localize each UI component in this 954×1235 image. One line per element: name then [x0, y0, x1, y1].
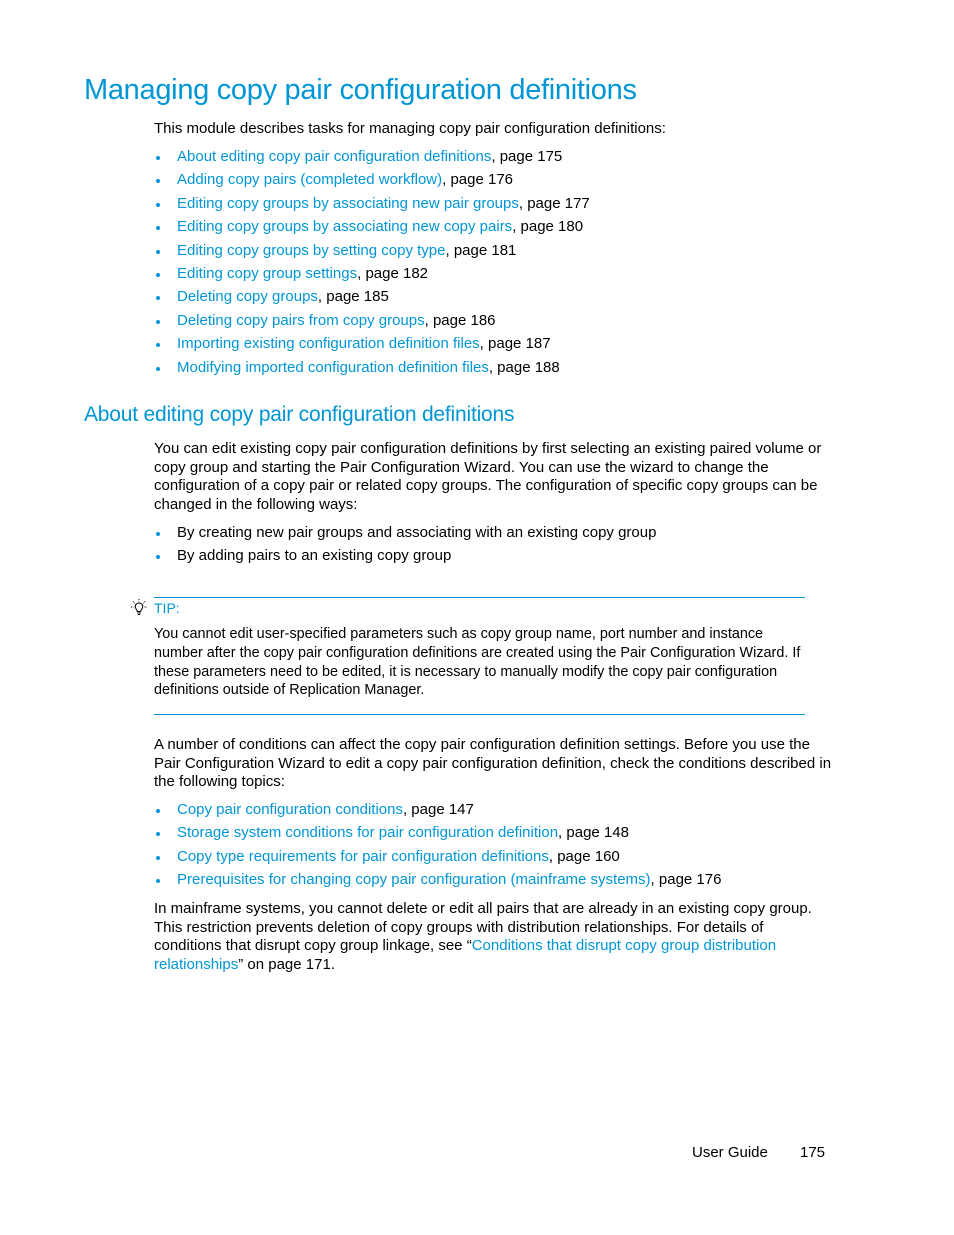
- bullet-icon: [156, 855, 160, 860]
- toc-link[interactable]: Deleting copy pairs from copy groups: [177, 312, 425, 329]
- bullet-icon: [156, 879, 160, 884]
- toc-item: Deleting copy groups, page 185: [154, 287, 834, 310]
- toc-page: , page 181: [445, 241, 517, 259]
- bullet-icon: [156, 366, 160, 371]
- section-para-3-block: In mainframe systems, you cannot delete …: [154, 900, 832, 975]
- topic-page: , page 176: [650, 871, 722, 889]
- toc-link[interactable]: Editing copy groups by associating new c…: [177, 218, 512, 235]
- bullet-icon: [156, 555, 160, 560]
- toc-link[interactable]: Editing copy groups by setting copy type: [177, 242, 446, 259]
- bullet-icon: [156, 179, 160, 184]
- toc-item: Adding copy pairs (completed workflow), …: [154, 170, 834, 193]
- section-heading: About editing copy pair configuration de…: [84, 403, 515, 426]
- toc-item: Editing copy groups by setting copy type…: [154, 241, 834, 264]
- toc-link[interactable]: Editing copy group settings: [177, 265, 357, 282]
- topic-link[interactable]: Copy type requirements for pair configur…: [177, 848, 549, 865]
- toc-item: Editing copy groups by associating new p…: [154, 194, 834, 217]
- toc-item: Importing existing configuration definit…: [154, 334, 834, 357]
- toc-page: , page 185: [317, 288, 389, 306]
- bullet-icon: [156, 296, 160, 301]
- ways-text: By creating new pair groups and associat…: [177, 524, 657, 541]
- ways-text: By adding pairs to an existing copy grou…: [177, 547, 452, 565]
- topic-item: Copy type requirements for pair configur…: [154, 847, 834, 870]
- toc-page: , page 186: [424, 311, 496, 329]
- toc-item: Deleting copy pairs from copy groups, pa…: [154, 311, 834, 334]
- intro-text: This module describes tasks for managing…: [154, 120, 666, 137]
- bullet-icon: [156, 272, 160, 277]
- topic-link[interactable]: Prerequisites for changing copy pair con…: [177, 871, 651, 888]
- tip-bottom-rule: [154, 714, 805, 715]
- section-para-1-block: You can edit existing copy pair configur…: [154, 440, 826, 515]
- toc-item: About editing copy pair configuration de…: [154, 147, 834, 170]
- bullet-icon: [156, 319, 160, 324]
- topic-link[interactable]: Storage system conditions for pair confi…: [177, 824, 558, 841]
- topic-page: , page 160: [548, 847, 620, 865]
- toc-page: , page 175: [491, 148, 563, 165]
- topics-list: Copy pair configuration conditions, page…: [154, 800, 834, 894]
- tip-body: You cannot edit user-specified parameter…: [154, 625, 809, 700]
- toc-page: , page 187: [479, 335, 551, 353]
- toc-link[interactable]: About editing copy pair configuration de…: [177, 148, 491, 165]
- lightbulb-icon: [131, 599, 147, 615]
- ways-item: By adding pairs to an existing copy grou…: [154, 546, 834, 569]
- bullet-icon: [156, 226, 160, 231]
- toc-link[interactable]: Deleting copy groups: [177, 288, 318, 305]
- toc-page: , page 180: [512, 218, 584, 236]
- para-3-tail: ” on page 171.: [238, 956, 335, 974]
- bullet-icon: [156, 343, 160, 348]
- toc-page: , page 182: [357, 264, 429, 282]
- footer-label: User Guide: [692, 1144, 768, 1161]
- bullet-icon: [156, 249, 160, 254]
- toc-page: , page 177: [518, 194, 590, 212]
- bullet-icon: [156, 832, 160, 837]
- section-para-3: In mainframe systems, you cannot delete …: [154, 900, 832, 975]
- footer-page-number: 175: [800, 1144, 826, 1161]
- toc-item: Modifying imported configuration definit…: [154, 358, 834, 381]
- section-para-2-block: A number of conditions can affect the co…: [154, 736, 832, 792]
- toc-link[interactable]: Importing existing configuration definit…: [177, 335, 480, 352]
- bullet-icon: [156, 156, 160, 160]
- section-para-1: You can edit existing copy pair configur…: [154, 440, 822, 514]
- toc-link[interactable]: Editing copy groups by associating new p…: [177, 195, 519, 212]
- topic-link[interactable]: Copy pair configuration conditions: [177, 801, 403, 818]
- toc-link[interactable]: Adding copy pairs (completed workflow): [177, 171, 442, 188]
- topic-item: Prerequisites for changing copy pair con…: [154, 870, 834, 893]
- toc-item: Editing copy groups by associating new c…: [154, 217, 834, 240]
- tip-label: TIP:: [154, 600, 180, 616]
- bullet-icon: [156, 809, 160, 813]
- bullet-icon: [156, 202, 160, 207]
- ways-item: By creating new pair groups and associat…: [154, 523, 834, 546]
- toc-link[interactable]: Modifying imported configuration definit…: [177, 359, 489, 376]
- ways-list: By creating new pair groups and associat…: [154, 523, 834, 570]
- toc-list: About editing copy pair configuration de…: [154, 147, 834, 381]
- tip-text: You cannot edit user-specified parameter…: [154, 626, 801, 699]
- topic-page: , page 147: [402, 801, 474, 818]
- topic-page: , page 148: [558, 824, 629, 842]
- bullet-icon: [156, 532, 160, 536]
- topic-item: Copy pair configuration conditions, page…: [154, 800, 834, 823]
- toc-page: , page 188: [488, 358, 560, 376]
- toc-item: Editing copy group settings, page 182: [154, 264, 834, 287]
- section-para-2: A number of conditions can affect the co…: [154, 736, 832, 791]
- toc-page: , page 176: [442, 171, 514, 189]
- tip-top-rule: [154, 597, 805, 598]
- intro-block: This module describes tasks for managing…: [154, 120, 834, 139]
- page-title: Managing copy pair configuration definit…: [84, 74, 637, 106]
- topic-item: Storage system conditions for pair confi…: [154, 823, 834, 846]
